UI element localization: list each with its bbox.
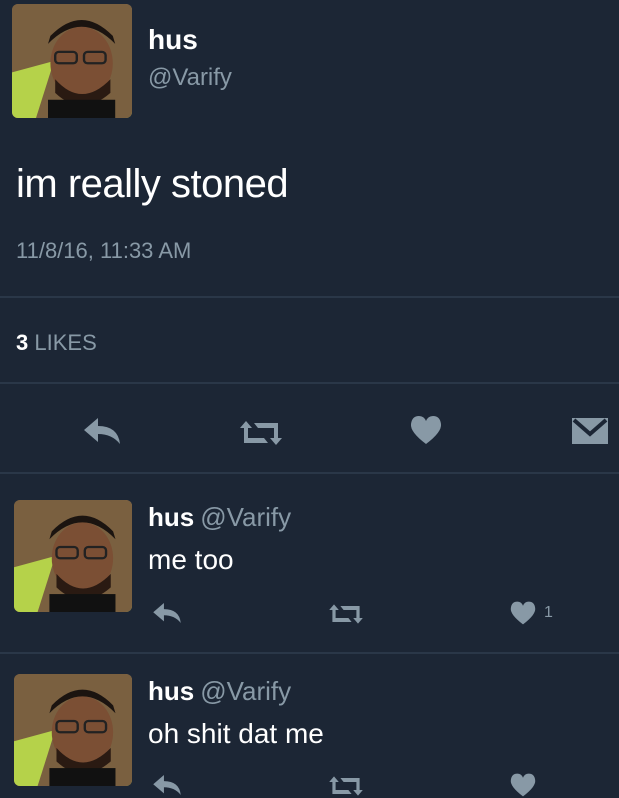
display-name[interactable]: hus: [148, 24, 198, 56]
retweet-button[interactable]: [326, 774, 366, 798]
heart-icon: [410, 416, 442, 444]
reply-text: oh shit dat me: [148, 718, 324, 749]
reply-icon: [84, 418, 120, 444]
reply-author[interactable]: hus @Varify: [148, 676, 291, 707]
envelope-icon: [572, 418, 608, 444]
retweet-button[interactable]: [326, 602, 366, 626]
like-count: 1: [544, 604, 553, 621]
avatar[interactable]: [14, 674, 132, 786]
retweet-button[interactable]: [236, 418, 286, 448]
reply-author[interactable]: hus @Varify: [148, 502, 291, 533]
retweet-icon: [329, 604, 363, 624]
divider: [0, 296, 619, 298]
reply-icon: [153, 775, 181, 795]
like-button[interactable]: 1: [508, 600, 553, 626]
reply-icon: [153, 603, 181, 623]
reply-button[interactable]: [80, 414, 124, 448]
retweet-icon: [329, 776, 363, 796]
like-button[interactable]: [508, 772, 544, 798]
reply-text: me too: [148, 544, 234, 575]
tweet-timestamp[interactable]: 11/8/16, 11:33 AM: [16, 238, 191, 264]
avatar[interactable]: [14, 500, 132, 612]
retweet-icon: [240, 421, 282, 445]
divider: [0, 382, 619, 384]
like-button[interactable]: [408, 414, 444, 446]
display-name: hus: [148, 502, 195, 532]
message-button[interactable]: [570, 414, 610, 448]
reply-button[interactable]: [150, 772, 184, 798]
user-handle: @Varify: [200, 676, 292, 706]
heart-icon: [510, 601, 536, 625]
user-handle[interactable]: @Varify: [148, 64, 232, 92]
likes-count: 3: [16, 330, 29, 355]
display-name: hus: [148, 676, 195, 706]
divider: [0, 652, 619, 654]
likes-summary[interactable]: 3 LIKES: [16, 330, 97, 356]
user-handle: @Varify: [200, 502, 292, 532]
avatar[interactable]: [12, 4, 132, 118]
heart-icon: [510, 773, 536, 797]
reply-button[interactable]: [150, 600, 184, 626]
likes-label: LIKES: [34, 330, 97, 355]
divider: [0, 472, 619, 474]
tweet-text: im really stoned: [16, 162, 289, 206]
